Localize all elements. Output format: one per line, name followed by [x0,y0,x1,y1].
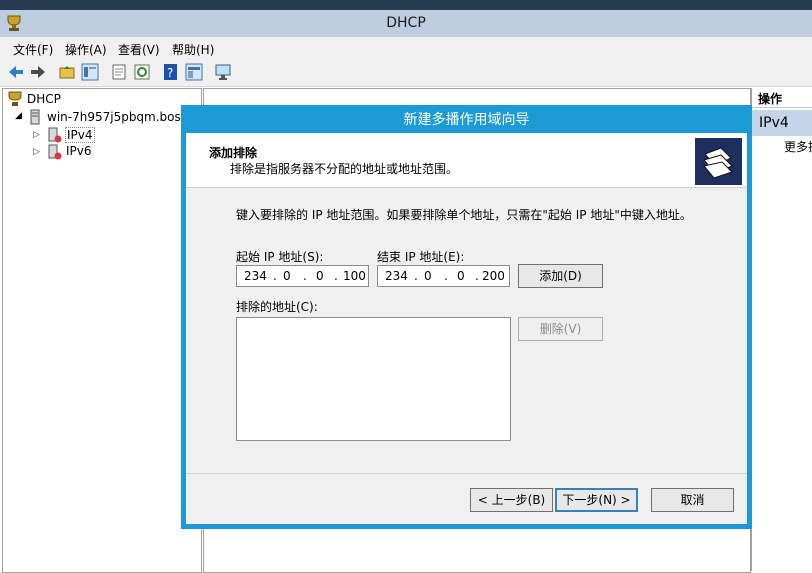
forward-arrow-icon[interactable] [29,63,47,81]
ipv6-icon [48,144,62,160]
start-ip-octet-1: 234 [244,269,267,283]
dialog-title: 新建多播作用域向导 [403,112,530,128]
show-hide-action-pane-icon[interactable] [185,63,203,81]
end-ip-octet-4: 200 [482,269,505,283]
more-actions-link[interactable]: 更多操作 [784,138,812,155]
server-icon [30,109,40,125]
remove-button[interactable]: 删除(V) [518,317,603,341]
menu-help[interactable]: 帮助(H) [172,41,214,58]
expand-arrow-icon[interactable]: ▷ [33,147,40,157]
up-folder-icon[interactable] [58,63,76,81]
console-tree: DHCP ◢ win-7h957j5pbqm.boson ▷ IPv4 ▷ IP… [2,88,202,573]
tree-node-ipv4[interactable]: IPv4 [65,127,95,143]
tree-node-server[interactable]: win-7h957j5pbqm.boson [47,110,196,124]
expand-arrow-icon[interactable]: ▷ [33,130,40,140]
end-ip-field[interactable]: 234 . 0 . 0 . 200 [377,265,510,287]
toolbar: ? [0,59,812,87]
top-strip [0,0,812,10]
start-ip-label: 起始 IP 地址(S): [236,250,324,264]
actions-header: 操作 [752,90,812,108]
tree-node-dhcp[interactable]: DHCP [27,92,61,106]
menu-bar: 文件(F) 操作(A) 查看(V) 帮助(H) [0,37,812,59]
start-ip-octet-2: 0 [283,269,291,283]
end-ip-label: 结束 IP 地址(E): [377,250,465,264]
end-ip-octet-1: 234 [385,269,408,283]
dhcp-root-icon [8,91,22,106]
start-ip-octet-3: 0 [316,269,324,283]
add-button[interactable]: 添加(D) [518,264,603,288]
expand-collapse-icon[interactable]: ◢ [15,111,22,121]
tree-node-ipv6[interactable]: IPv6 [66,144,92,158]
menu-file[interactable]: 文件(F) [13,41,53,58]
refresh-icon[interactable] [133,63,151,81]
excluded-addresses-label: 排除的地址(C): [236,300,318,314]
dialog-body: 添加排除 排除是指服务器不分配的地址或地址范围。 键入要排除的 IP 地址范围。… [186,133,747,524]
menu-action[interactable]: 操作(A) [65,41,107,58]
actions-section-ipv4[interactable]: IPv4 [752,110,812,136]
svg-text:?: ? [167,66,173,80]
ipv4-icon [48,127,62,143]
help-icon[interactable]: ? [162,63,180,81]
wizard-heading: 添加排除 [209,146,258,160]
cancel-button[interactable]: 取消 [651,488,734,512]
start-ip-field[interactable]: 234 . 0 . 0 . 100 [236,265,369,287]
back-button[interactable]: < 上一步(B) [470,488,553,512]
next-button[interactable]: 下一步(N) > [555,488,638,512]
new-multicast-scope-wizard: 新建多播作用域向导 添加排除 排除是指服务器不分配的地址或地址范围。 键入要排除… [181,105,752,529]
wizard-folders-icon [695,138,742,185]
monitor-icon[interactable] [214,63,232,81]
actions-pane: 操作 IPv4 更多操作 [751,88,812,571]
start-ip-octet-4: 100 [343,269,366,283]
footer-separator [186,473,747,474]
end-ip-octet-3: 0 [457,269,465,283]
window-title: DHCP [386,15,426,31]
end-ip-octet-2: 0 [424,269,432,283]
properties-icon[interactable] [110,63,128,81]
wizard-subheading: 排除是指服务器不分配的地址或地址范围。 [230,162,459,176]
window-title-bar: DHCP [0,10,812,37]
back-arrow-icon[interactable] [7,63,25,81]
menu-view[interactable]: 查看(V) [118,41,160,58]
instruction-text: 键入要排除的 IP 地址范围。如果要排除单个地址，只需在"起始 IP 地址"中键… [236,208,692,222]
console-tree-icon[interactable] [81,63,99,81]
excluded-addresses-list[interactable] [236,317,511,441]
wizard-header: 添加排除 排除是指服务器不分配的地址或地址范围。 [186,133,747,188]
